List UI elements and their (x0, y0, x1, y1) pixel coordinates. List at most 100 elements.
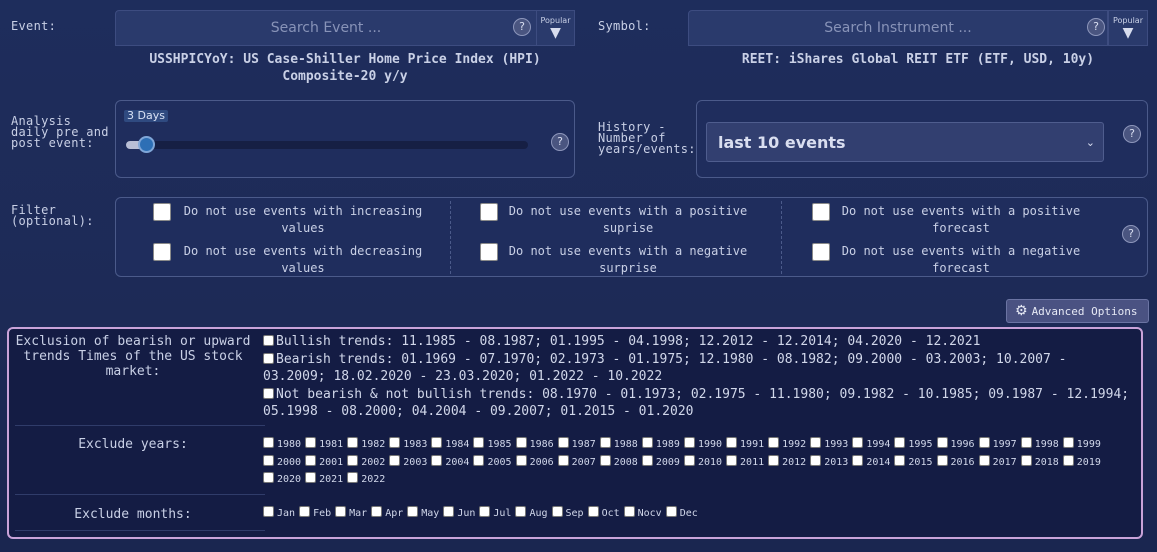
month-checkbox[interactable] (479, 506, 491, 517)
year-option: 1986 (515, 436, 554, 454)
bullish-checkbox[interactable] (263, 335, 274, 346)
year-checkbox[interactable] (726, 437, 738, 448)
year-checkbox[interactable] (263, 472, 274, 483)
advanced-options-button[interactable]: ⚙Advanced Options ▲ (1006, 299, 1149, 340)
year-checkbox[interactable] (1062, 437, 1074, 448)
year-checkbox[interactable] (431, 437, 443, 448)
month-checkbox[interactable] (443, 506, 455, 517)
bearish-checkbox[interactable] (263, 353, 274, 364)
filter-negative-surprise-checkbox[interactable] (480, 243, 498, 261)
year-checkbox[interactable] (347, 454, 359, 466)
year-label: 1999 (1076, 439, 1101, 450)
year-checkbox[interactable] (894, 437, 906, 448)
year-checkbox[interactable] (1020, 454, 1032, 466)
year-checkbox[interactable] (936, 437, 948, 448)
year-checkbox[interactable] (515, 454, 527, 466)
year-option: 2022 (347, 471, 385, 489)
filter-positive-forecast-checkbox[interactable] (812, 203, 830, 221)
filter-decreasing-checkbox[interactable] (153, 243, 171, 261)
year-checkbox[interactable] (305, 437, 317, 448)
year-checkbox[interactable] (557, 454, 569, 466)
year-option: 1994 (852, 436, 890, 454)
month-checkbox[interactable] (665, 506, 677, 517)
triangle-down-icon: ▼ (1122, 25, 1134, 41)
bullish-text: Bullish trends: 11.1985 - 08.1987; 01.19… (276, 334, 981, 349)
bearish-text: Bearish trends: 01.1969 - 07.1970; 02.19… (263, 352, 1067, 384)
month-checkbox[interactable] (371, 506, 383, 517)
year-checkbox[interactable] (768, 437, 780, 448)
year-checkbox[interactable] (305, 472, 317, 483)
year-checkbox[interactable] (683, 437, 695, 448)
month-checkbox[interactable] (623, 506, 635, 517)
slider-track[interactable] (126, 141, 528, 149)
event-help-icon[interactable]: ? (513, 18, 531, 36)
year-option: 2007 (557, 454, 596, 472)
year-checkbox[interactable] (263, 454, 274, 466)
year-checkbox[interactable] (641, 437, 653, 448)
year-checkbox[interactable] (347, 472, 359, 483)
month-checkbox[interactable] (515, 506, 527, 517)
year-checkbox[interactable] (557, 437, 569, 448)
symbol-search-input[interactable]: Search Instrument ... (688, 10, 1108, 46)
year-label: 1989 (655, 439, 680, 450)
symbol-popular-dropdown[interactable]: Popular ▼ (1108, 10, 1148, 46)
history-select[interactable]: last 10 events ⌄ (706, 122, 1104, 162)
year-checkbox[interactable] (263, 437, 274, 448)
month-checkbox[interactable] (263, 506, 274, 517)
year-checkbox[interactable] (683, 454, 695, 466)
history-help-icon[interactable]: ? (1123, 125, 1141, 143)
year-checkbox[interactable] (431, 454, 443, 466)
year-label: 1990 (697, 439, 723, 450)
month-checkbox[interactable] (335, 506, 347, 517)
event-search-input[interactable]: Search Event ... (115, 10, 537, 46)
filter-increasing-checkbox[interactable] (153, 203, 171, 221)
analysis-help-icon[interactable]: ? (551, 133, 569, 151)
event-popular-dropdown[interactable]: Popular ▼ (536, 10, 575, 46)
year-label: 1991 (740, 439, 765, 450)
year-checkbox[interactable] (726, 454, 738, 466)
neutral-checkbox[interactable] (263, 388, 274, 399)
year-checkbox[interactable] (389, 437, 401, 448)
year-label: 1987 (571, 439, 596, 450)
year-checkbox[interactable] (810, 454, 822, 466)
year-checkbox[interactable] (1062, 454, 1074, 466)
year-checkbox[interactable] (347, 437, 359, 448)
month-option: Jan (263, 505, 295, 523)
filter-negative-forecast-checkbox[interactable] (812, 243, 830, 261)
symbol-help-icon[interactable]: ? (1087, 18, 1105, 36)
month-checkbox[interactable] (587, 506, 599, 517)
year-checkbox[interactable] (305, 454, 317, 466)
month-label: Apr (385, 508, 404, 519)
year-checkbox[interactable] (515, 437, 527, 448)
year-checkbox[interactable] (389, 454, 401, 466)
year-label: 2004 (445, 456, 470, 468)
year-checkbox[interactable] (978, 437, 990, 448)
year-checkbox[interactable] (768, 454, 780, 466)
month-checkbox[interactable] (299, 506, 311, 517)
month-checkbox[interactable] (407, 506, 419, 517)
slider-handle[interactable] (138, 136, 155, 153)
month-label: Jul (493, 508, 512, 519)
year-checkbox[interactable] (599, 437, 611, 448)
year-checkbox[interactable] (473, 454, 485, 466)
year-checkbox[interactable] (473, 437, 485, 448)
year-label: 1992 (782, 439, 807, 450)
year-label: 1980 (277, 439, 302, 450)
year-label: 2021 (319, 474, 344, 485)
year-checkbox[interactable] (852, 454, 864, 466)
year-checkbox[interactable] (599, 454, 611, 466)
year-checkbox[interactable] (894, 454, 906, 466)
year-option: 1995 (894, 436, 933, 454)
year-checkbox[interactable] (1020, 437, 1032, 448)
month-label: Aug (529, 508, 548, 519)
year-checkbox[interactable] (852, 437, 864, 448)
triangle-down-icon: ▼ (550, 25, 561, 41)
year-checkbox[interactable] (936, 454, 948, 466)
month-checkbox[interactable] (551, 506, 563, 517)
year-checkbox[interactable] (641, 454, 653, 466)
filter-positive-surprise-checkbox[interactable] (480, 203, 498, 221)
year-checkbox[interactable] (978, 454, 990, 466)
year-checkbox[interactable] (810, 437, 822, 448)
filter-help-icon[interactable]: ? (1122, 225, 1140, 243)
slider-badge: 3 Days (124, 110, 168, 122)
